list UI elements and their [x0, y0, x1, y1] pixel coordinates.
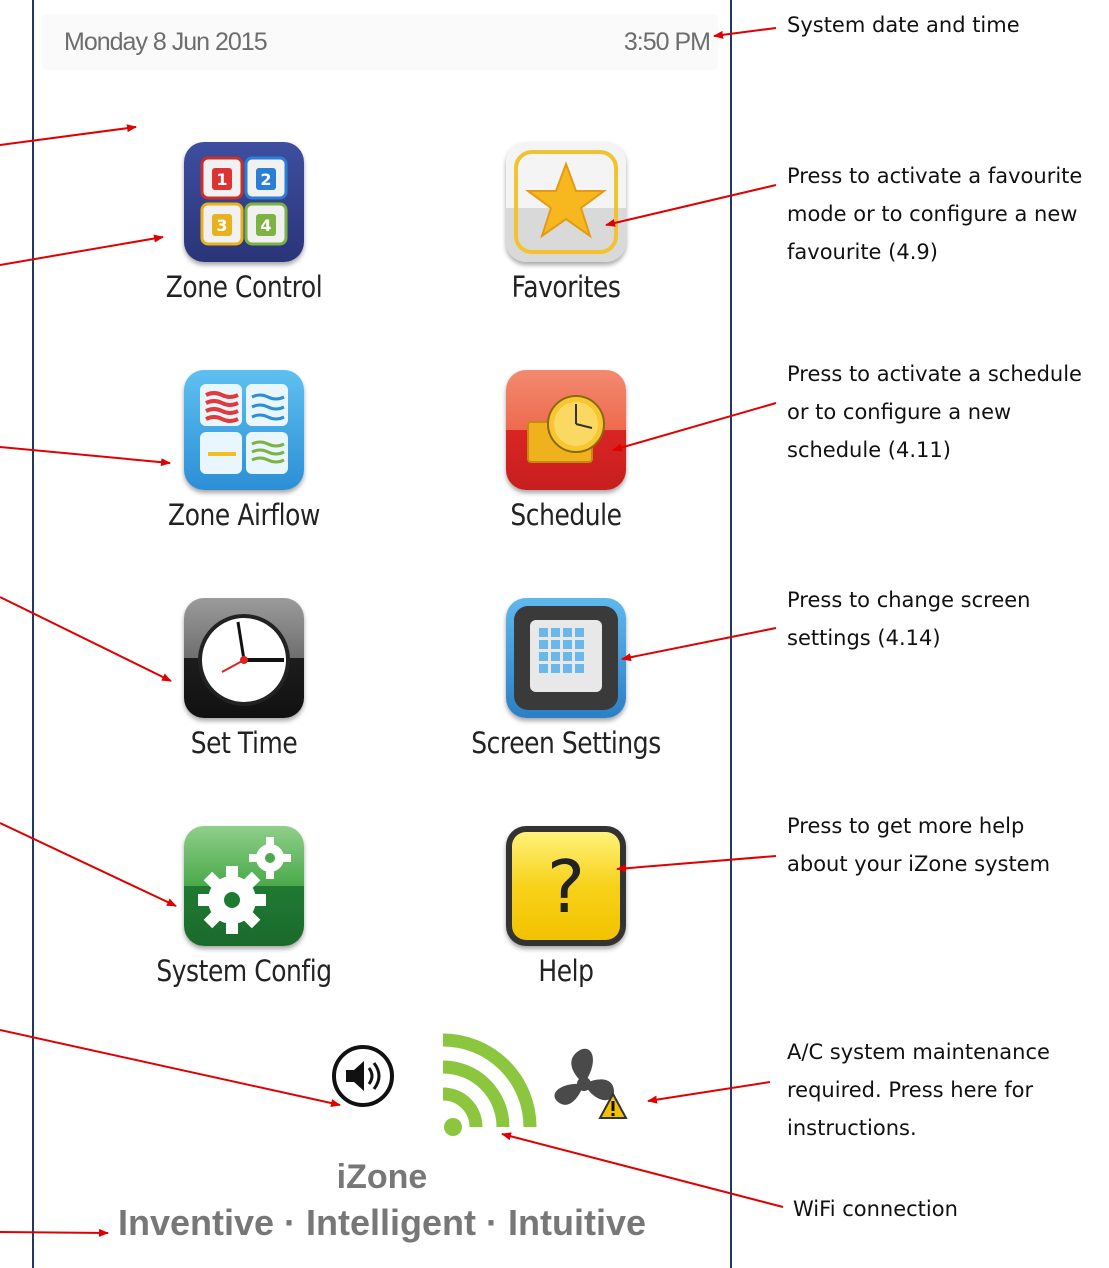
arrow [0, 1029, 341, 1107]
arrow [0, 124, 137, 146]
callout-arrows [0, 27, 784, 1237]
arrow [0, 234, 164, 266]
arrow [612, 402, 777, 452]
arrow [501, 1132, 784, 1208]
arrow [616, 855, 777, 873]
arrow [0, 596, 172, 682]
arrow [0, 1228, 109, 1237]
arrow [0, 822, 177, 907]
arrow [621, 627, 777, 662]
arrow [0, 446, 171, 467]
arrow [605, 184, 777, 227]
arrow [647, 1081, 771, 1104]
arrow [713, 27, 777, 39]
